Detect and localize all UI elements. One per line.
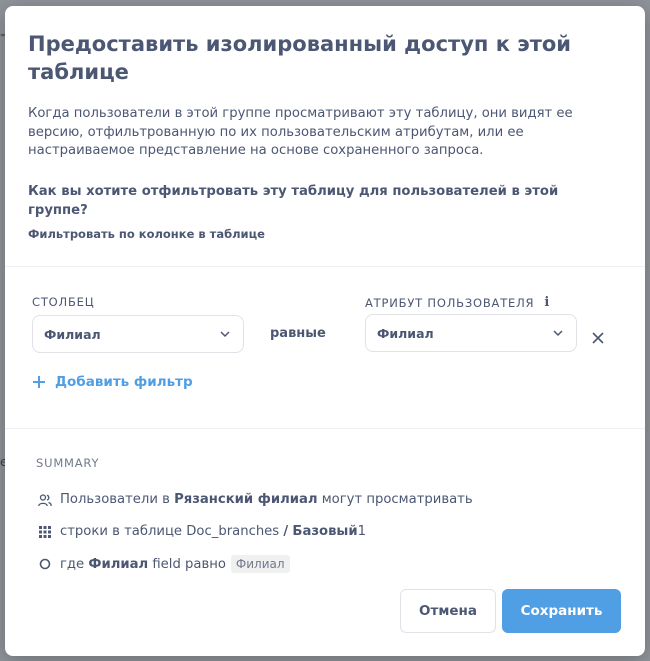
info-icon[interactable]: i [544, 295, 550, 310]
circle-icon [38, 557, 52, 571]
modal-description: Когда пользователи в этой группе просмат… [28, 106, 573, 158]
chevron-down-icon [220, 331, 230, 338]
plus-icon [33, 376, 45, 388]
add-filter-button[interactable]: Добавить фильтр [33, 374, 193, 390]
summary-title: SUMMARY [36, 456, 100, 470]
column-select-value: Филиал [44, 326, 101, 342]
column-label: СТОЛБЕЦ [32, 295, 95, 309]
add-filter-label: Добавить фильтр [55, 374, 193, 390]
table-name: Doc_branches [186, 524, 280, 539]
attribute-chip: Филиал [230, 555, 290, 573]
user-attribute-select[interactable]: Филиал [365, 314, 577, 352]
cancel-button[interactable]: Отмена [400, 589, 496, 633]
chevron-down-icon [553, 330, 563, 337]
save-button[interactable]: Сохранить [502, 589, 621, 633]
field-name: Филиал [88, 556, 149, 572]
modal-title: Предоставить изолированный доступ к этой… [28, 32, 572, 84]
user-attribute-label: АТРИБУТ ПОЛЬЗОВАТЕЛЯ i [365, 295, 551, 310]
filter-by-column-option[interactable]: Фильтровать по колонке в таблице [28, 227, 265, 241]
divider [5, 428, 645, 429]
group-icon [38, 493, 52, 507]
user-attribute-select-value: Филиал [377, 325, 434, 341]
close-icon[interactable] [589, 329, 607, 347]
summary-table-row: строки в таблице Doc_branches / Базовый 1 [38, 524, 366, 539]
group-name: Рязанский филиал [174, 492, 318, 507]
summary-condition-row: где Филиал field равно Филиал [38, 555, 290, 573]
grid-icon [38, 525, 52, 539]
sandbox-modal: Предоставить изолированный доступ к этой… [5, 6, 645, 656]
summary-users-row: Пользователи в Рязанский филиал могут пр… [38, 492, 473, 507]
schema-name: Базовый [292, 524, 358, 539]
divider [5, 266, 645, 267]
operator-label: равные [270, 326, 326, 341]
column-select[interactable]: Филиал [32, 315, 244, 353]
filter-question: Как вы хотите отфильтровать эту таблицу … [28, 184, 559, 218]
